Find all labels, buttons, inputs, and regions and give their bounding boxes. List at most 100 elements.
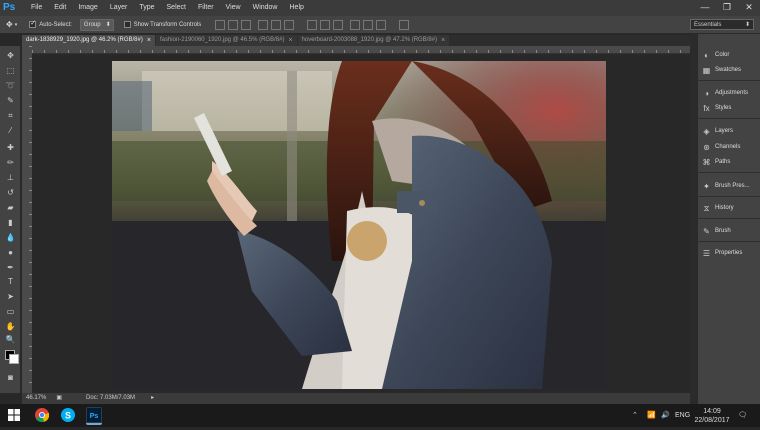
panel-styles[interactable]: fx Styles	[702, 102, 731, 114]
crop-tool-icon[interactable]: ⌗	[4, 110, 17, 122]
menu-file[interactable]: File	[25, 0, 48, 16]
photoshop-taskbar-icon[interactable]: Ps	[86, 407, 102, 425]
restore-button[interactable]: ❐	[716, 0, 738, 16]
panel-properties[interactable]: ☰ Properties	[702, 247, 742, 259]
history-brush-tool-icon[interactable]: ↺	[4, 187, 17, 199]
tab-label: dark-1838929_1920.jpg @ 46.2% (RGB/8#)	[26, 37, 143, 43]
minimize-button[interactable]: —	[694, 0, 716, 16]
auto-select-checkbox[interactable]	[29, 19, 37, 28]
close-button[interactable]: ✕	[738, 0, 760, 16]
tab-label: fashion-2190060_1920.jpg @ 46.5% (RGB/8#…	[159, 37, 285, 43]
volume-icon[interactable]: 🔊	[661, 404, 670, 427]
distribute-hcenter-icon[interactable]	[363, 19, 374, 30]
eyedropper-tool-icon[interactable]: ⁄	[4, 125, 17, 137]
chrome-icon[interactable]	[34, 407, 50, 423]
align-left-icon[interactable]	[258, 19, 269, 30]
menu-view[interactable]: View	[220, 0, 247, 16]
distribute-vcenter-icon[interactable]	[320, 19, 331, 30]
close-icon[interactable]: ×	[288, 35, 292, 46]
menu-layer[interactable]: Layer	[104, 0, 134, 16]
panel-paths[interactable]: ⌘ Paths	[702, 156, 731, 168]
close-icon[interactable]: ×	[147, 35, 151, 46]
panel-channels[interactable]: ⊛ Channels	[702, 141, 740, 153]
align-vcenter-icon[interactable]	[228, 19, 239, 30]
zoom-level[interactable]: 46.17%	[26, 393, 46, 404]
distribute-right-icon[interactable]	[376, 19, 387, 30]
panel-layers[interactable]: ◈ Layers	[702, 125, 733, 137]
eraser-tool-icon[interactable]: ▰	[4, 202, 17, 214]
color-swatches-icon[interactable]	[4, 348, 19, 364]
align-top-icon[interactable]	[215, 19, 226, 30]
brush-presets-icon: ✦	[703, 181, 710, 191]
quick-mask-icon[interactable]: ◙	[4, 372, 17, 384]
hand-tool-icon[interactable]: ✋	[4, 321, 17, 333]
panel-history[interactable]: ⧖ History	[702, 202, 734, 214]
adjustments-icon: ◑	[704, 88, 709, 98]
document-tab[interactable]: hoverboard-2003088_1920.jpg @ 47.2% (RGB…	[297, 35, 450, 46]
chevron-down-icon: ▾	[14, 21, 18, 28]
styles-icon: fx	[703, 103, 710, 113]
panel-brush[interactable]: ✎ Brush	[702, 225, 731, 237]
document-tab[interactable]: dark-1838929_1920.jpg @ 46.2% (RGB/8#) ×	[22, 35, 155, 46]
windows-start-icon[interactable]	[6, 407, 22, 423]
marquee-tool-icon[interactable]: ⬚	[4, 65, 17, 77]
document-tab[interactable]: fashion-2190060_1920.jpg @ 46.5% (RGB/8#…	[155, 35, 297, 46]
move-tool-icon: ✥	[6, 20, 13, 29]
panel-color[interactable]: ◐ Color	[702, 49, 729, 61]
align-right-icon[interactable]	[284, 19, 295, 30]
panel-swatches[interactable]: ▦ Swatches	[702, 64, 741, 76]
tray-expand-icon[interactable]: ⌃	[632, 404, 638, 427]
menu-help[interactable]: Help	[284, 0, 310, 16]
document-size: Doc: 7.03M/7.03M	[86, 395, 136, 401]
auto-select-dropdown[interactable]: Group	[79, 18, 114, 31]
type-tool-icon[interactable]: T	[4, 276, 17, 288]
show-transform-option[interactable]: Show Transform Controls	[123, 21, 201, 28]
workspace-switcher[interactable]: Essentials	[690, 19, 754, 30]
show-transform-checkbox[interactable]	[123, 21, 131, 28]
menu-type[interactable]: Type	[133, 0, 160, 16]
path-select-tool-icon[interactable]: ➤	[4, 291, 17, 303]
move-tool-icon[interactable]: ✥	[4, 50, 17, 62]
align-hcenter-icon[interactable]	[271, 19, 282, 30]
panel-collapse-strip[interactable]	[690, 34, 697, 404]
menu-window[interactable]: Window	[247, 0, 284, 16]
auto-select-option[interactable]: Auto-Select:	[29, 19, 72, 28]
menu-image[interactable]: Image	[72, 0, 103, 16]
distribute-left-icon[interactable]	[350, 19, 361, 30]
color-wheel-icon: ◐	[704, 50, 709, 60]
panel-brush-presets[interactable]: ✦ Brush Pres...	[702, 180, 750, 192]
brush-tool-icon[interactable]: ✏	[4, 157, 17, 169]
healing-brush-tool-icon[interactable]: ✚	[4, 142, 17, 154]
menu-select[interactable]: Select	[161, 0, 192, 16]
close-icon[interactable]: ×	[441, 35, 445, 46]
document-image[interactable]	[112, 61, 606, 389]
align-bottom-icon[interactable]	[241, 19, 252, 30]
auto-align-icon[interactable]	[399, 19, 410, 30]
distribute-bottom-icon[interactable]	[333, 19, 344, 30]
menu-filter[interactable]: Filter	[192, 0, 220, 16]
skype-icon[interactable]: S	[60, 407, 76, 423]
clone-stamp-tool-icon[interactable]: ⊥	[4, 172, 17, 184]
dodge-tool-icon[interactable]: ●	[4, 247, 17, 259]
share-icon[interactable]: ▣	[56, 393, 62, 404]
canvas-area[interactable]	[32, 55, 690, 393]
rectangle-tool-icon[interactable]: ▭	[4, 306, 17, 318]
blur-tool-icon[interactable]: 💧	[4, 232, 17, 244]
svg-text:S: S	[65, 411, 71, 421]
pen-tool-icon[interactable]: ✒	[4, 262, 17, 274]
lasso-tool-icon[interactable]: ➰	[4, 80, 17, 92]
network-icon[interactable]: 📶	[647, 404, 656, 427]
panel-dock: ◐ Color ▦ Swatches ◑ Adjustments fx Styl…	[697, 34, 760, 404]
panel-adjustments[interactable]: ◑ Adjustments	[702, 87, 748, 99]
status-menu-arrow-icon[interactable]: ▸	[151, 393, 154, 404]
notifications-icon[interactable]: 🗨	[738, 404, 747, 427]
tool-preset-picker[interactable]: ✥ ▾	[6, 20, 17, 29]
panel-label: Adjustments	[715, 90, 749, 96]
language-indicator[interactable]: ENG	[675, 404, 690, 427]
menu-edit[interactable]: Edit	[48, 0, 72, 16]
quick-select-tool-icon[interactable]: ✎	[4, 95, 17, 107]
status-bar: 46.17% ▣ Doc: 7.03M/7.03M ▸	[22, 393, 690, 404]
gradient-tool-icon[interactable]: ▮	[4, 217, 17, 229]
distribute-top-icon[interactable]	[307, 19, 318, 30]
zoom-tool-icon[interactable]: 🔍	[4, 334, 17, 346]
